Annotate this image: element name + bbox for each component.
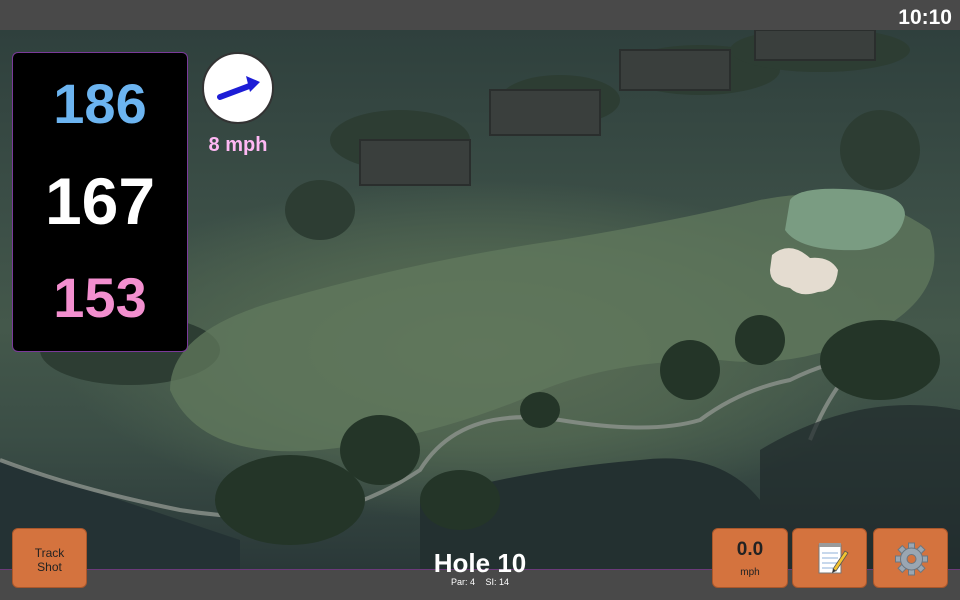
notepad-icon — [818, 543, 849, 574]
track-shot-label-line2: Shot — [37, 560, 62, 574]
hole-par: Par: 4 — [450, 577, 475, 587]
speed-unit: mph — [740, 567, 760, 578]
hole-aerial-map[interactable]: 186 167 153 8 mph — [0, 30, 960, 570]
hole-info: Par: 4 SI: 14 — [380, 577, 580, 587]
speed-value: 0.0 — [736, 539, 764, 560]
arrow-icon — [217, 76, 260, 100]
speed-button[interactable]: 0.0 mph — [712, 528, 788, 588]
distance-panel: 186 167 153 — [12, 52, 188, 352]
distance-back: 186 — [53, 72, 147, 135]
distance-front: 153 — [53, 266, 147, 329]
clock: 10:10 — [898, 6, 952, 29]
hole-title: Hole 10 — [433, 548, 527, 578]
wind-speed: 8 mph — [208, 134, 268, 156]
notes-button[interactable] — [792, 528, 867, 588]
gear-icon — [895, 542, 928, 576]
track-shot-button[interactable]: Track Shot — [12, 528, 87, 588]
hole-stroke-index: SI: 14 — [485, 577, 510, 587]
track-shot-label-line1: Track — [34, 546, 65, 560]
settings-button[interactable] — [873, 528, 948, 588]
wind-direction-indicator — [202, 52, 274, 124]
status-bar: 10:10 — [0, 0, 960, 31]
distance-middle: 167 — [44, 164, 156, 238]
